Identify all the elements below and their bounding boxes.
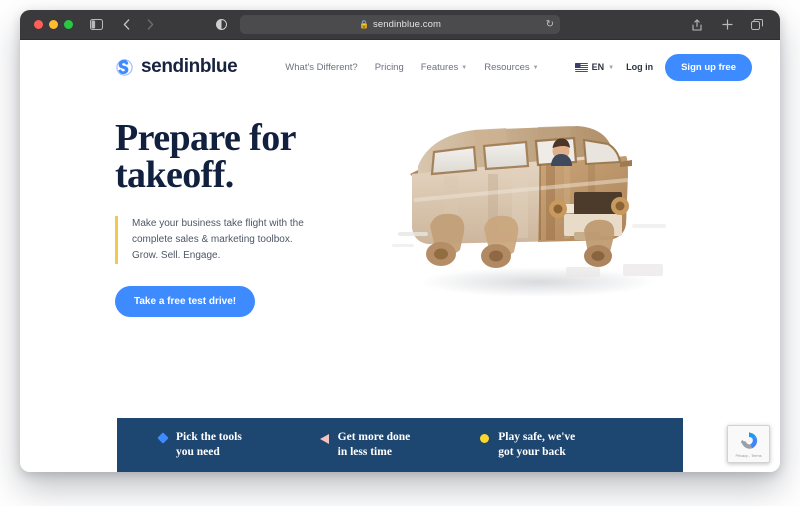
browser-titlebar: 🔒 sendinblue.com ↻ [20, 10, 780, 40]
feature-item-play-safe: Play safe, we've got your back [480, 430, 641, 459]
hero-subtitle-line-2: complete sales & marketing toolbox. [132, 233, 293, 245]
hero-illustration-wooden-van [388, 104, 688, 354]
address-bar-container[interactable]: 🔒 sendinblue.com ↻ [215, 15, 560, 34]
recaptcha-label: Privacy - Terms [735, 453, 762, 458]
header-right-actions: EN ▼ Log in Sign up free [574, 53, 752, 81]
nav-item-pricing[interactable]: Pricing [375, 62, 404, 73]
us-flag-icon [574, 62, 588, 72]
maximize-window-button[interactable] [64, 20, 73, 29]
nav-label: Features [420, 61, 459, 73]
sidebar-icon[interactable] [87, 16, 105, 34]
window-controls[interactable] [34, 20, 73, 29]
share-icon[interactable] [688, 16, 706, 34]
minimize-window-button[interactable] [49, 20, 58, 29]
logo-text: sendinblue [141, 56, 238, 77]
feature-text: Pick the tools you need [176, 431, 242, 458]
login-link[interactable]: Log in [626, 62, 653, 72]
url-text-group: 🔒 sendinblue.com [359, 19, 441, 30]
plus-icon[interactable] [718, 16, 736, 34]
hero-subtitle-line-1: Make your business take flight with the [132, 217, 304, 229]
page-viewport: sendinblue What's Different? Pricing Fea… [20, 40, 780, 472]
chevron-right-icon[interactable] [141, 16, 159, 34]
recaptcha-badge[interactable]: Privacy - Terms [727, 425, 770, 463]
hero-title-line-1: Prepare for [115, 117, 296, 159]
main-navigation[interactable]: What's Different? Pricing Features ▼ Res… [285, 62, 538, 73]
hero-subtitle-line-3: Grow. Sell. Engage. [132, 250, 221, 262]
hero-subtitle: Make your business take flight with the … [115, 215, 365, 265]
browser-window: 🔒 sendinblue.com ↻ sendinblue What's Dif… [20, 10, 780, 472]
chevron-down-icon: ▼ [461, 65, 468, 71]
feature-text: Get more done in less time [337, 431, 411, 458]
feature-item-pick-the-tools: Pick the tools you need [157, 430, 320, 459]
lock-icon: 🔒 [358, 19, 370, 29]
diamond-icon [157, 432, 169, 444]
recaptcha-icon [740, 432, 757, 449]
address-bar[interactable]: 🔒 sendinblue.com ↻ [240, 15, 560, 34]
nav-item-resources[interactable]: Resources ▼ [484, 62, 538, 73]
nav-label: Resources [484, 61, 530, 73]
nav-label: What's Different? [285, 61, 358, 73]
signup-free-button[interactable]: Sign up free [665, 53, 752, 81]
feature-text: Play safe, we've got your back [498, 431, 576, 458]
reader-mode-icon[interactable] [212, 16, 230, 34]
feature-band: Pick the tools you need Get more done in… [117, 418, 683, 472]
hero-section: Prepare for takeoff. Make your business … [20, 94, 780, 394]
nav-item-features[interactable]: Features ▼ [421, 62, 467, 73]
feature-item-get-more-done: Get more done in less time [319, 430, 481, 459]
chevron-down-icon: ▼ [608, 65, 615, 71]
sendinblue-mark-icon [116, 58, 133, 76]
reload-icon[interactable]: ↻ [546, 19, 554, 30]
chevron-down-icon: ▼ [532, 65, 539, 71]
titlebar-right-actions[interactable] [688, 16, 770, 34]
page-title: Prepare for takeoff. [115, 117, 365, 196]
language-label: EN [591, 62, 605, 72]
language-selector[interactable]: EN ▼ [574, 62, 615, 72]
triangle-icon [319, 434, 329, 445]
chevron-left-icon[interactable] [117, 16, 135, 34]
sendinblue-logo[interactable]: sendinblue [115, 56, 238, 78]
hero-copy: Prepare for takeoff. Make your business … [115, 117, 365, 394]
screenshot-root: 🔒 sendinblue.com ↻ sendinblue What's Dif… [0, 0, 800, 506]
url-text: sendinblue.com [373, 19, 441, 30]
take-free-test-drive-button[interactable]: Take a free test drive! [115, 286, 256, 318]
nav-item-whats-different[interactable]: What's Different? [285, 62, 357, 73]
nav-label: Pricing [374, 61, 404, 73]
tabs-overview-icon[interactable] [748, 16, 766, 34]
circle-icon [480, 434, 490, 444]
site-header: sendinblue What's Different? Pricing Fea… [20, 40, 780, 94]
close-window-button[interactable] [34, 20, 43, 29]
hero-title-line-2: takeoff. [115, 153, 234, 196]
navigation-arrows[interactable] [117, 16, 159, 34]
